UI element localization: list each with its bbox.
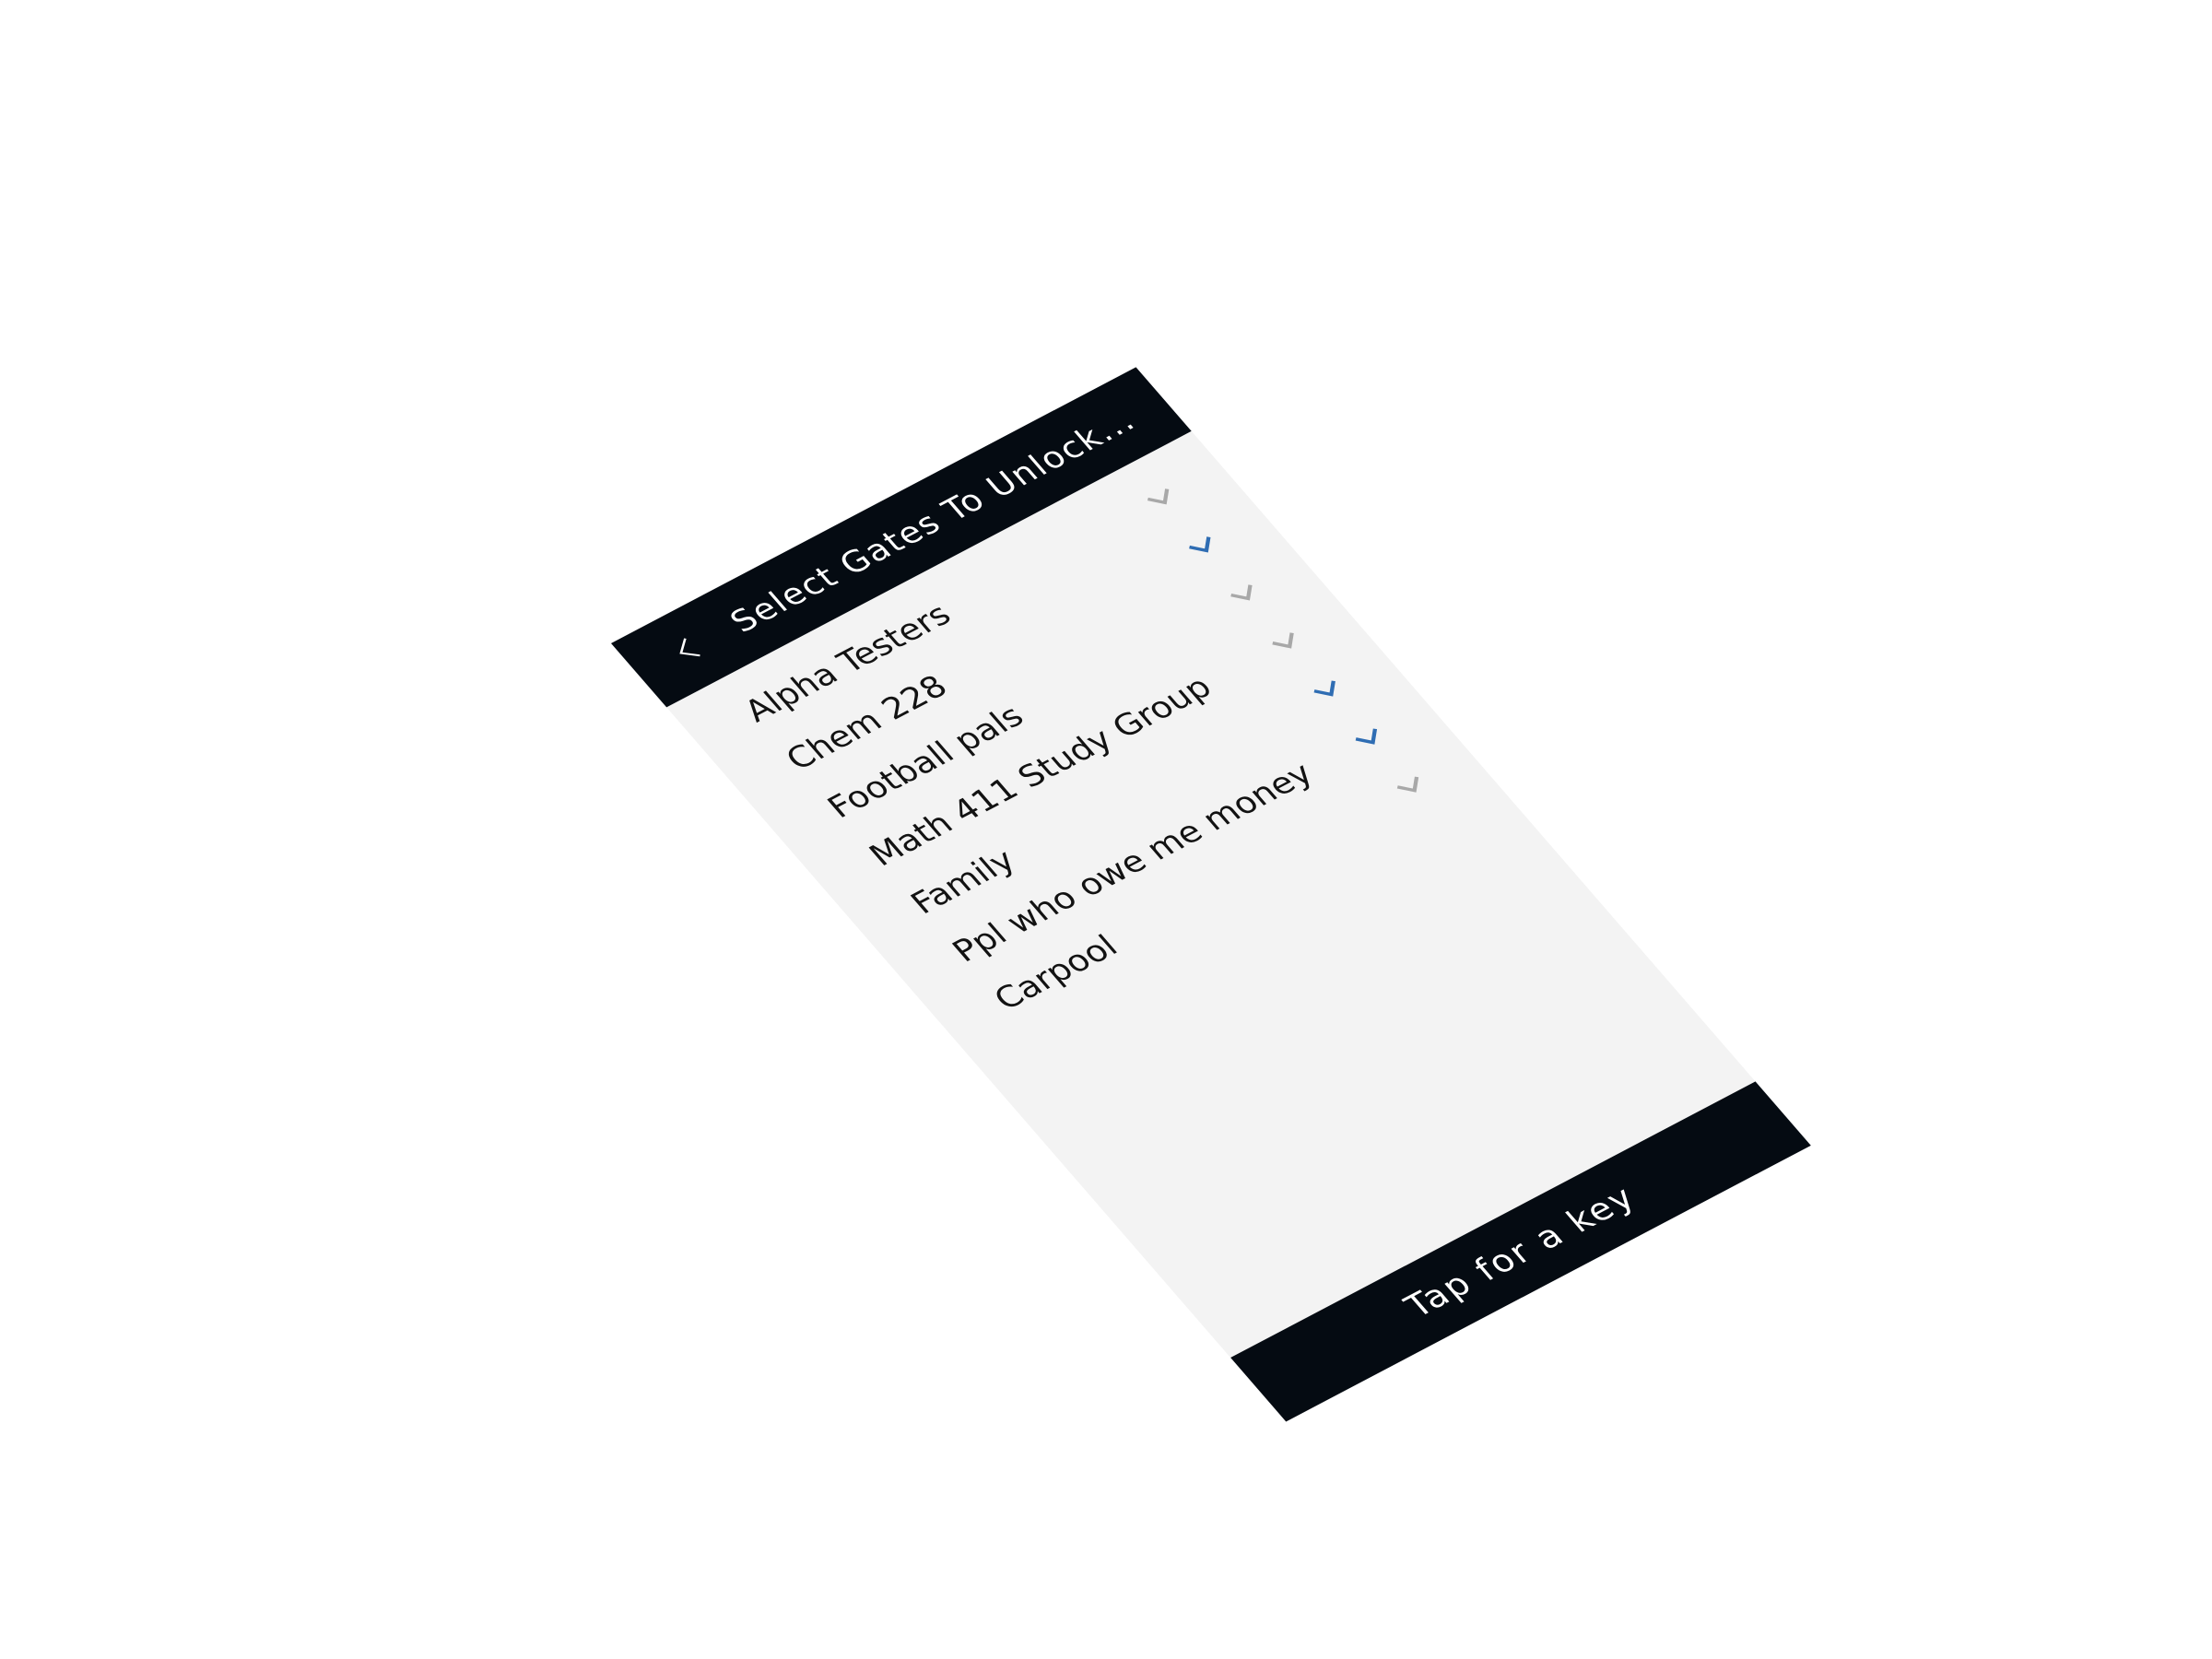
checkmark-icon [1217, 572, 1272, 616]
checkmark-icon [1382, 764, 1438, 807]
checkmark-icon [1175, 524, 1230, 568]
tap-for-key-button[interactable]: Tap for a key [1230, 1081, 1811, 1422]
phone-screen: Select Gates To Unlock... Alpha Testers … [611, 367, 1811, 1422]
checkmark-icon [1258, 620, 1313, 664]
tap-for-key-label: Tap for a key [1396, 1178, 1644, 1325]
checkmark-icon [1300, 668, 1355, 712]
checkmark-icon [1341, 716, 1396, 759]
chevron-left-icon[interactable] [661, 629, 713, 670]
checkmark-icon [1133, 476, 1188, 519]
stage: Select Gates To Unlock... Alpha Testers … [0, 0, 2212, 1659]
